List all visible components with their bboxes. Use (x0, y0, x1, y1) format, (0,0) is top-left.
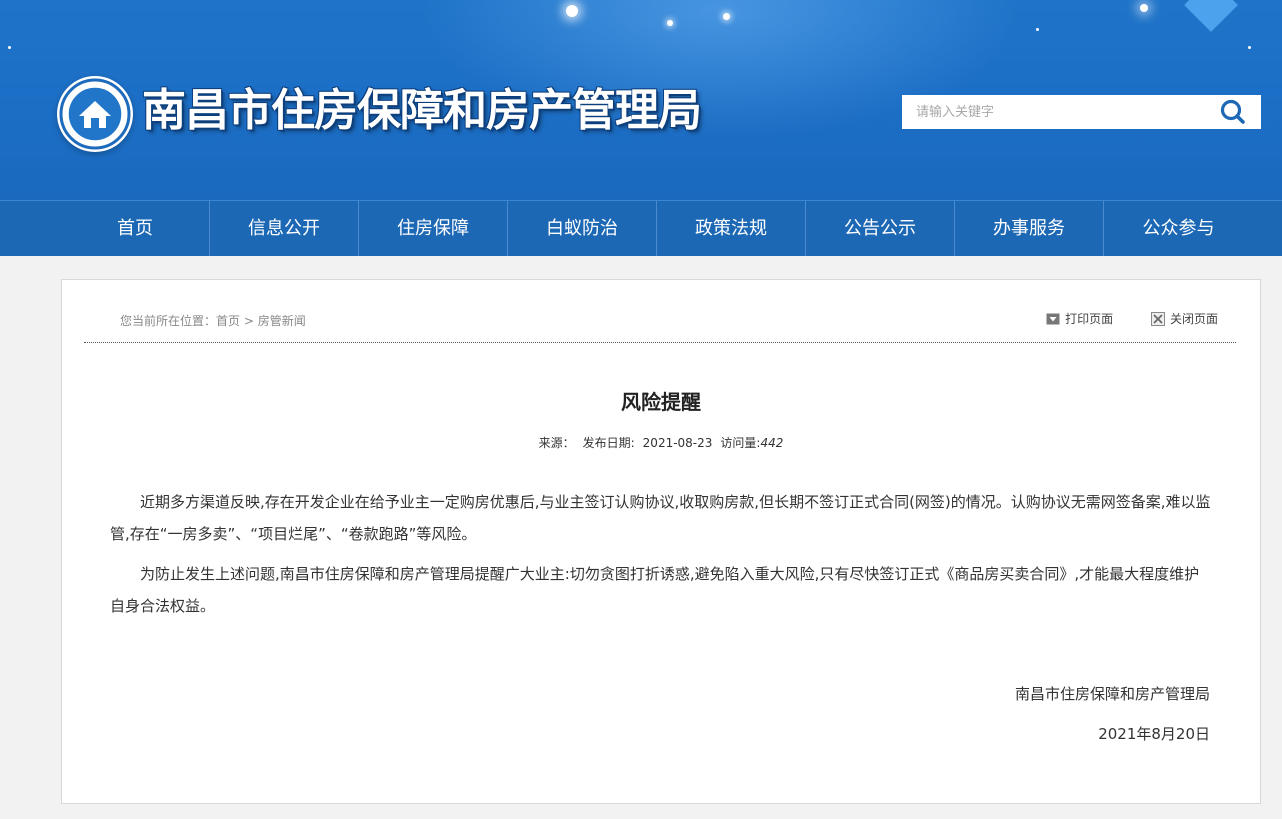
article-meta: 来源： 发布日期: 2021-08-23 访问量:442 (62, 434, 1260, 451)
nav-item-housing-security[interactable]: 住房保障 (359, 201, 508, 256)
publish-date-label: 发布日期: (582, 436, 635, 450)
site-header: 南昌市住房保障和房产管理局 (0, 0, 1282, 200)
signature-date: 2021年8月20日 (1098, 725, 1210, 743)
print-page-label: 打印页面 (1065, 312, 1114, 326)
article-paragraph: 近期多方渠道反映,存在开发企业在给予业主一定购房优惠后,与业主签订认购协议,收取… (110, 493, 1211, 543)
nav-item-participation[interactable]: 公众参与 (1104, 201, 1253, 256)
decor-star (1140, 4, 1148, 12)
decor-star (1036, 28, 1039, 31)
page-tools: 打印页面 关闭页面 (1012, 310, 1218, 329)
breadcrumb-prefix: 您当前所在位置： (120, 314, 217, 328)
breadcrumb-separator: > (240, 314, 258, 328)
site-title: 南昌市住房保障和房产管理局 (142, 85, 702, 136)
visits-count: 442 (760, 436, 784, 450)
search-icon (1220, 99, 1245, 124)
breadcrumb-home-link[interactable]: 首页 (216, 314, 240, 328)
breadcrumb-current-link[interactable]: 房管新闻 (258, 314, 306, 328)
nav-item-info-disclosure[interactable]: 信息公开 (210, 201, 359, 256)
article-paragraph: 为防止发生上述问题,南昌市住房保障和房产管理局提醒广大业主:切勿贪图打折诱惑,避… (110, 565, 1200, 615)
print-icon (1046, 313, 1060, 324)
dotted-divider (84, 342, 1236, 343)
close-page-button[interactable]: 关闭页面 (1150, 310, 1218, 327)
site-logo[interactable] (57, 76, 133, 152)
article-signature-block: 南昌市住房保障和房产管理局 2021年8月20日 (1015, 674, 1210, 754)
nav-item-home[interactable]: 首页 (61, 201, 210, 256)
breadcrumb: 您当前所在位置：首页 > 房管新闻 (120, 312, 306, 329)
nav-item-policies[interactable]: 政策法规 (657, 201, 806, 256)
visits-label: 访问量: (720, 436, 761, 450)
nav-item-announcements[interactable]: 公告公示 (806, 201, 955, 256)
source-label: 来源： (538, 436, 575, 450)
print-page-button[interactable]: 打印页面 (1046, 310, 1113, 327)
search-box (902, 95, 1261, 129)
close-page-label: 关闭页面 (1169, 312, 1218, 326)
main-nav: 首页 信息公开 住房保障 白蚁防治 政策法规 公告公示 办事服务 公众参与 (0, 200, 1282, 256)
close-icon (1150, 311, 1165, 326)
search-input[interactable] (902, 95, 1202, 129)
decor-star (8, 46, 11, 49)
decor-star (1248, 46, 1251, 49)
article-title: 风险提醒 (621, 390, 701, 414)
article-panel: 您当前所在位置：首页 > 房管新闻 打印页面 关闭页面 风险提醒 来源： 发布日期… (61, 279, 1261, 804)
nav-item-services[interactable]: 办事服务 (955, 201, 1104, 256)
article-body: 近期多方渠道反映,存在开发企业在给予业主一定购房优惠后,与业主签订认购协议,收取… (110, 486, 1212, 630)
decor-diamond (1184, 0, 1238, 32)
decor-star (723, 13, 730, 20)
logo-emblem-icon (59, 78, 131, 150)
search-button[interactable] (1218, 98, 1248, 126)
decor-star (566, 5, 578, 17)
decor-star (667, 20, 673, 26)
publish-date: 2021-08-23 (642, 436, 713, 450)
signature-org: 南昌市住房保障和房产管理局 (1014, 685, 1210, 703)
nav-item-termite-control[interactable]: 白蚁防治 (508, 201, 657, 256)
